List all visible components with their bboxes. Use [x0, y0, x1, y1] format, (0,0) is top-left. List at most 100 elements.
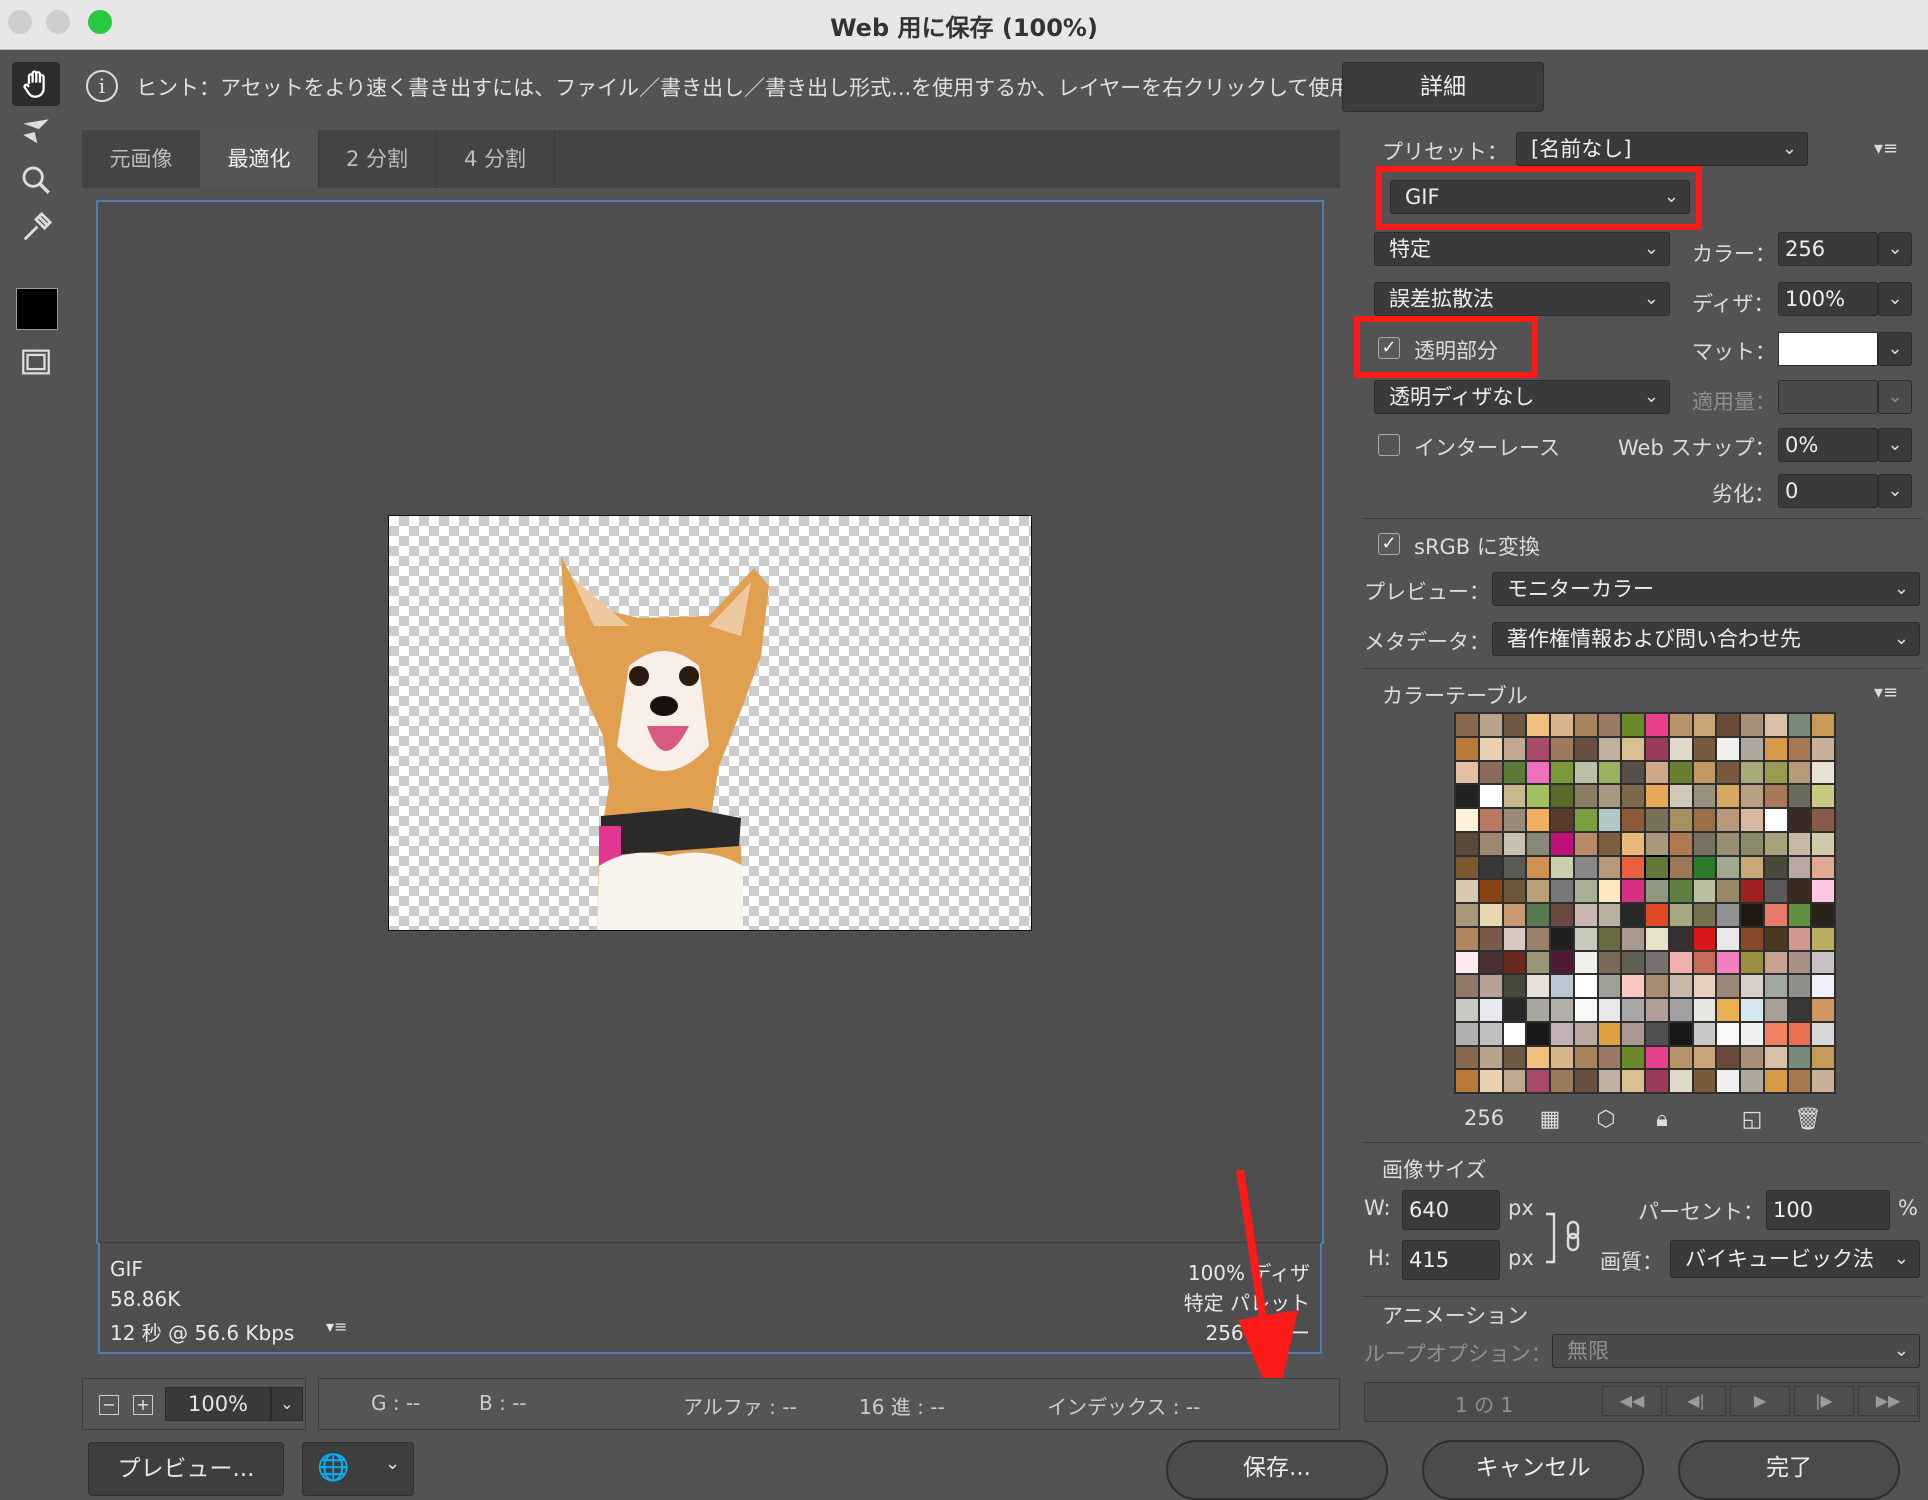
color-table-swatch[interactable] [1622, 999, 1644, 1021]
color-table-swatch[interactable] [1527, 999, 1549, 1021]
color-table-swatch[interactable] [1622, 761, 1644, 784]
color-table-swatch[interactable] [1669, 1022, 1692, 1045]
color-table-swatch[interactable] [1669, 832, 1692, 855]
color-table-swatch[interactable] [1669, 951, 1692, 974]
eyedropper-color-swatch[interactable] [16, 288, 58, 330]
color-table-swatch[interactable] [1717, 785, 1739, 807]
resample-quality-dropdown[interactable]: バイキュービック法 ⌄ [1670, 1240, 1920, 1278]
color-table-swatch[interactable] [1456, 904, 1478, 926]
color-table-swatch[interactable] [1622, 856, 1644, 879]
color-table-swatch[interactable] [1503, 1022, 1526, 1045]
color-table-swatch[interactable] [1479, 809, 1502, 831]
color-table-swatch[interactable] [1788, 785, 1811, 807]
color-table-menu-icon[interactable]: ▾≡ [1874, 682, 1898, 703]
color-table-swatch[interactable] [1693, 761, 1716, 784]
color-table-swatch[interactable] [1574, 904, 1597, 926]
color-table-swatch[interactable] [1693, 951, 1716, 974]
color-table-swatch[interactable] [1741, 761, 1763, 784]
color-table-swatch[interactable] [1551, 1046, 1573, 1069]
color-table-swatch[interactable] [1622, 975, 1644, 997]
color-table-swatch[interactable] [1622, 904, 1644, 926]
color-table-swatch[interactable] [1717, 832, 1739, 855]
color-table-swatch[interactable] [1551, 975, 1573, 997]
color-table-swatch[interactable] [1646, 880, 1668, 902]
color-table-swatch[interactable] [1456, 1046, 1478, 1069]
lossy-chevron-icon[interactable]: ⌄ [1878, 474, 1912, 508]
color-table-swatch[interactable] [1622, 1022, 1644, 1045]
optimized-preview-image[interactable] [388, 515, 1032, 931]
color-table-swatch[interactable] [1812, 856, 1834, 879]
color-table-swatch[interactable] [1717, 1070, 1739, 1092]
color-table-swatch[interactable] [1456, 975, 1478, 997]
color-table-swatch[interactable] [1669, 927, 1692, 950]
color-table-swatch[interactable] [1646, 785, 1668, 807]
color-table-swatch[interactable] [1622, 951, 1644, 974]
color-table-swatch[interactable] [1764, 927, 1787, 950]
done-button[interactable]: 完了 [1678, 1440, 1900, 1500]
color-table-swatch[interactable] [1669, 880, 1692, 902]
color-table-swatch[interactable] [1574, 832, 1597, 855]
web-shift-cube-icon[interactable]: ⬡ [1592, 1106, 1620, 1134]
color-table-swatch[interactable] [1456, 951, 1478, 974]
toggle-slices-visibility[interactable] [12, 340, 60, 384]
color-table-swatch[interactable] [1527, 1022, 1549, 1045]
color-table-swatch[interactable] [1693, 737, 1716, 760]
color-table-swatch[interactable] [1527, 856, 1549, 879]
color-table-swatch[interactable] [1551, 737, 1573, 760]
color-table-swatch[interactable] [1741, 1070, 1763, 1092]
tab-original[interactable]: 元画像 [82, 130, 201, 188]
width-field[interactable]: 640 [1402, 1190, 1500, 1230]
color-table-swatch[interactable] [1788, 832, 1811, 855]
color-table-swatch[interactable] [1479, 1022, 1502, 1045]
color-table-swatch[interactable] [1693, 904, 1716, 926]
color-table-swatch[interactable] [1764, 714, 1787, 736]
color-table-swatch[interactable] [1764, 856, 1787, 879]
color-table-swatch[interactable] [1717, 904, 1739, 926]
color-table-swatch[interactable] [1598, 714, 1621, 736]
color-table-swatch[interactable] [1646, 975, 1668, 997]
color-table-swatch[interactable] [1503, 809, 1526, 831]
color-table-swatch[interactable] [1622, 1046, 1644, 1069]
color-table-swatch[interactable] [1456, 856, 1478, 879]
color-table-swatch[interactable] [1551, 880, 1573, 902]
color-table-swatch[interactable] [1551, 904, 1573, 926]
color-table-swatch[interactable] [1456, 737, 1478, 760]
tab-optimized[interactable]: 最適化 [200, 130, 319, 188]
color-table-swatch[interactable] [1574, 1046, 1597, 1069]
color-table-swatch[interactable] [1456, 1070, 1478, 1092]
color-table-swatch[interactable] [1717, 975, 1739, 997]
color-table-swatch[interactable] [1646, 832, 1668, 855]
color-table-swatch[interactable] [1503, 714, 1526, 736]
slice-select-tool[interactable] [12, 110, 60, 154]
matte-chevron-icon[interactable]: ⌄ [1878, 332, 1912, 366]
color-table-swatch[interactable] [1456, 785, 1478, 807]
zoom-level[interactable]: 100% [165, 1387, 271, 1421]
color-table-swatch[interactable] [1646, 1022, 1668, 1045]
color-table-swatch[interactable] [1456, 809, 1478, 831]
color-table-swatch[interactable] [1717, 714, 1739, 736]
color-table-swatch[interactable] [1527, 785, 1549, 807]
color-table-swatch[interactable] [1741, 904, 1763, 926]
color-table-swatch[interactable] [1503, 1070, 1526, 1092]
color-table-swatch[interactable] [1669, 714, 1692, 736]
color-table-swatch[interactable] [1622, 785, 1644, 807]
color-table-swatch[interactable] [1456, 832, 1478, 855]
color-table-swatch[interactable] [1812, 809, 1834, 831]
color-table-swatch[interactable] [1788, 809, 1811, 831]
color-table-swatch[interactable] [1788, 737, 1811, 760]
color-table-swatch[interactable] [1551, 832, 1573, 855]
color-table-swatch[interactable] [1551, 1070, 1573, 1092]
color-table-swatch[interactable] [1764, 832, 1787, 855]
zoom-in-icon[interactable]: + [133, 1395, 153, 1415]
color-table-swatch[interactable] [1527, 714, 1549, 736]
color-table-swatch[interactable] [1479, 999, 1502, 1021]
color-table-swatch[interactable] [1503, 832, 1526, 855]
color-table-swatch[interactable] [1598, 1022, 1621, 1045]
color-table-swatch[interactable] [1598, 856, 1621, 879]
preset-dropdown[interactable]: [名前なし] ⌄ [1516, 132, 1808, 166]
color-table-swatch[interactable] [1764, 951, 1787, 974]
color-table-swatch[interactable] [1527, 761, 1549, 784]
color-table-swatch[interactable] [1574, 809, 1597, 831]
color-table-swatch[interactable] [1479, 951, 1502, 974]
color-table-swatch[interactable] [1741, 880, 1763, 902]
